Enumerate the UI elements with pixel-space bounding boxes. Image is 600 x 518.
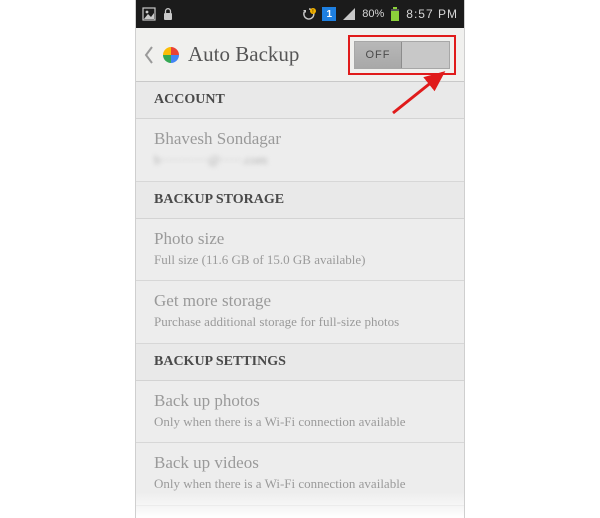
section-header-account: ACCOUNT [136, 82, 464, 119]
annotation-toggle-highlight: OFF [348, 35, 456, 75]
status-bar: ! 1 80% 8:57 PM [136, 0, 464, 28]
more-storage-title: Get more storage [154, 291, 446, 311]
back-button[interactable] [140, 28, 158, 82]
auto-backup-toggle[interactable]: OFF [354, 41, 450, 69]
backup-photos-title: Back up photos [154, 391, 446, 411]
backup-videos-sub: Only when there is a Wi-Fi connection av… [154, 475, 446, 493]
section-header-settings: BACKUP SETTINGS [136, 344, 464, 381]
page-title: Auto Backup [188, 42, 299, 67]
backup-videos-title: Back up videos [154, 453, 446, 473]
lock-icon [162, 7, 174, 21]
section-header-storage: BACKUP STORAGE [136, 182, 464, 219]
photo-size-item[interactable]: Photo size Full size (11.6 GB of 15.0 GB… [136, 219, 464, 282]
backup-photos-item[interactable]: Back up photos Only when there is a Wi-F… [136, 381, 464, 444]
google-photos-icon [160, 44, 182, 66]
status-clock: 8:57 PM [406, 7, 458, 21]
photo-size-sub: Full size (11.6 GB of 15.0 GB available) [154, 251, 446, 269]
account-email: b···········@·····.com [154, 151, 446, 169]
more-storage-sub: Purchase additional storage for full-siz… [154, 313, 446, 331]
phone-screen: ! 1 80% 8:57 PM Auto Backup [135, 0, 465, 518]
battery-percent: 80% [362, 8, 384, 20]
account-item[interactable]: Bhavesh Sondagar b···········@·····.com [136, 119, 464, 182]
sync-warning-icon: ! [302, 7, 316, 21]
battery-icon [390, 7, 400, 22]
image-icon [142, 7, 156, 21]
sim-indicator: 1 [322, 7, 336, 21]
svg-text:!: ! [313, 9, 314, 15]
backup-photos-sub: Only when there is a Wi-Fi connection av… [154, 413, 446, 431]
toggle-thumb-off: OFF [355, 42, 402, 68]
app-header: Auto Backup OFF [136, 28, 464, 82]
get-more-storage-item[interactable]: Get more storage Purchase additional sto… [136, 281, 464, 344]
account-name: Bhavesh Sondagar [154, 129, 446, 149]
backup-videos-item[interactable]: Back up videos Only when there is a Wi-F… [136, 443, 464, 506]
photo-size-title: Photo size [154, 229, 446, 249]
signal-icon [342, 7, 356, 21]
